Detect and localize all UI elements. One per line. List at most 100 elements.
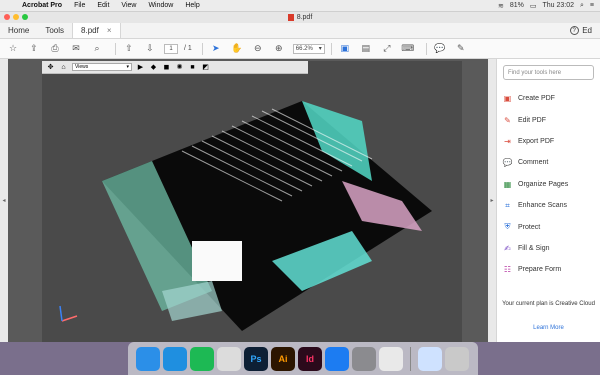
clock[interactable]: Thu 23:02 xyxy=(542,2,574,9)
play-animation-icon[interactable]: ▶ xyxy=(136,63,145,72)
tabs-bar: Home Tools 8.pdf × ? Ed xyxy=(0,23,600,39)
hand-tool-icon[interactable]: ✋ xyxy=(230,42,244,56)
cross-section-icon[interactable]: ◩ xyxy=(201,63,210,72)
finder-icon[interactable] xyxy=(136,346,160,371)
zoom-out-icon[interactable]: ⊖ xyxy=(251,42,265,56)
tool-label: Organize Pages xyxy=(518,180,569,188)
zoom-value: 66.2% xyxy=(295,45,313,52)
menubar-status: ≋ 81% ▭ Thu 23:02 ⌕ ≡ xyxy=(498,2,600,10)
render-mode-icon[interactable]: ◼ xyxy=(162,63,171,72)
page-number-input[interactable]: 1 xyxy=(164,43,178,54)
tool-organize-pages[interactable]: ▦ Organize Pages xyxy=(503,174,594,195)
tools-search-input[interactable]: Find your tools here xyxy=(503,65,594,80)
fit-page-icon[interactable]: ▣ xyxy=(338,42,352,56)
enhance-scans-icon: ⌗ xyxy=(505,200,510,210)
tools-panel: Find your tools here ▣ Create PDF ✎ Edit… xyxy=(496,59,600,342)
highlight-icon[interactable]: ✎ xyxy=(454,42,468,56)
zoom-in-icon[interactable]: ⊕ xyxy=(272,42,286,56)
lighting-icon[interactable]: ✺ xyxy=(175,63,184,72)
app-store-icon[interactable] xyxy=(325,346,349,371)
menu-edit[interactable]: Edit xyxy=(91,2,115,9)
tab-tools[interactable]: Tools xyxy=(37,23,72,38)
battery-icon[interactable]: ▭ xyxy=(530,2,537,10)
safari-icon[interactable] xyxy=(163,346,187,371)
bookmark-icon[interactable]: ☆ xyxy=(6,42,20,56)
help-button[interactable]: ? xyxy=(566,23,582,38)
trash-icon[interactable] xyxy=(445,346,469,371)
read-mode-icon[interactable]: ⌨ xyxy=(401,42,415,56)
close-tab-icon[interactable]: × xyxy=(107,26,112,35)
tool-fill-sign[interactable]: ✍ Fill & Sign xyxy=(503,238,594,259)
spotlight-icon[interactable]: ⌕ xyxy=(580,2,584,10)
minimize-window-button[interactable] xyxy=(13,14,19,20)
tool-label: Edit PDF xyxy=(518,116,547,124)
page-down-icon[interactable]: ⇩ xyxy=(143,42,157,56)
user-name: Ed xyxy=(582,26,592,35)
background-color-icon[interactable]: ■ xyxy=(188,63,197,72)
app-menu[interactable]: Acrobat Pro xyxy=(16,2,68,9)
menu-view[interactable]: View xyxy=(115,2,142,9)
preview-doc-icon[interactable] xyxy=(217,346,241,371)
tool-protect[interactable]: ⛨ Protect xyxy=(503,216,594,237)
system-preferences-icon[interactable] xyxy=(352,346,376,371)
comment-toolbar-icon[interactable]: 💬 xyxy=(433,42,447,56)
search-icon[interactable]: ⌕ xyxy=(90,42,104,56)
menu-help[interactable]: Help xyxy=(179,2,205,9)
mail-icon[interactable]: ✉ xyxy=(69,42,83,56)
tool-label: Create PDF xyxy=(518,95,555,103)
pdf-page[interactable] xyxy=(42,61,462,342)
home-view-icon[interactable]: ⌂ xyxy=(59,63,68,72)
tab-home[interactable]: Home xyxy=(0,23,37,38)
right-panel-toggle[interactable]: ▸ xyxy=(488,59,496,342)
notification-center-icon[interactable]: ≡ xyxy=(590,2,594,9)
tool-label: Enhance Scans xyxy=(518,202,568,210)
user-account[interactable]: Ed xyxy=(582,23,600,38)
edit-pdf-icon: ✎ xyxy=(504,115,511,125)
tab-document[interactable]: 8.pdf × xyxy=(72,23,121,38)
learn-more-link[interactable]: Learn More xyxy=(497,325,600,331)
spotify-icon[interactable] xyxy=(190,346,214,371)
print-icon[interactable]: ⎙ xyxy=(48,42,62,56)
acrobat-icon[interactable] xyxy=(379,346,403,371)
create-pdf-icon: ▣ xyxy=(503,94,512,104)
help-icon: ? xyxy=(569,26,579,35)
photoshop-icon[interactable]: Ps xyxy=(244,346,268,371)
menu-window[interactable]: Window xyxy=(142,2,179,9)
views-dropdown[interactable]: Views ▾ xyxy=(72,63,132,71)
tool-label: Export PDF xyxy=(518,137,555,145)
wifi-icon[interactable]: ≋ xyxy=(498,2,504,10)
select-pointer-icon[interactable]: ➤ xyxy=(209,42,223,56)
tool-create-pdf[interactable]: ▣ Create PDF xyxy=(503,88,594,109)
plan-text: Your current plan is Creative Cloud xyxy=(502,301,595,307)
left-panel-toggle[interactable]: ◂ xyxy=(0,59,8,342)
tool-comment[interactable]: 💬 Comment xyxy=(503,152,594,173)
rotate-tool-icon[interactable]: ✥ xyxy=(46,63,55,72)
illustrator-icon[interactable]: Ai xyxy=(271,346,295,371)
mail-preview-icon[interactable] xyxy=(418,346,442,371)
tool-enhance-scans[interactable]: ⌗ Enhance Scans xyxy=(503,195,594,216)
tool-edit-pdf[interactable]: ✎ Edit PDF xyxy=(503,109,594,130)
window-controls xyxy=(4,14,28,20)
zoom-select[interactable]: 66.2% ▾ xyxy=(292,43,325,54)
maximize-window-button[interactable] xyxy=(22,14,28,20)
close-window-button[interactable] xyxy=(4,14,10,20)
page-up-icon[interactable]: ⇧ xyxy=(122,42,136,56)
indesign-icon[interactable]: Id xyxy=(298,346,322,371)
full-screen-icon[interactable]: ⤢ xyxy=(380,42,394,56)
menu-file[interactable]: File xyxy=(68,2,91,9)
titlebar: 8.pdf xyxy=(0,12,600,23)
document-canvas[interactable]: ✥ ⌂ Views ▾ ▶ ◆ ◼ ✺ ■ ◩ xyxy=(8,59,488,342)
comment-icon: 💬 xyxy=(502,158,513,168)
scroll-mode-icon[interactable]: ▤ xyxy=(359,42,373,56)
dock-separator xyxy=(410,346,411,371)
battery-percent[interactable]: 81% xyxy=(510,2,524,9)
acrobat-window: 8.pdf Home Tools 8.pdf × ? Ed ☆ ⇪ ⎙ ✉ ⌕ … xyxy=(0,12,600,342)
pdf-file-icon xyxy=(287,14,294,21)
projection-icon[interactable]: ◆ xyxy=(149,63,158,72)
tool-label: Comment xyxy=(518,159,549,167)
tool-export-pdf[interactable]: ⇥ Export PDF xyxy=(503,131,594,152)
upload-icon[interactable]: ⇪ xyxy=(27,42,41,56)
tool-label: Fill & Sign xyxy=(518,244,550,252)
tool-prepare-form[interactable]: ☷ Prepare Form xyxy=(503,259,594,280)
main-toolbar: ☆ ⇪ ⎙ ✉ ⌕ ⇧ ⇩ 1 / 1 ➤ ✋ ⊖ ⊕ 66.2% ▾ ▣ ▤ … xyxy=(0,39,600,59)
